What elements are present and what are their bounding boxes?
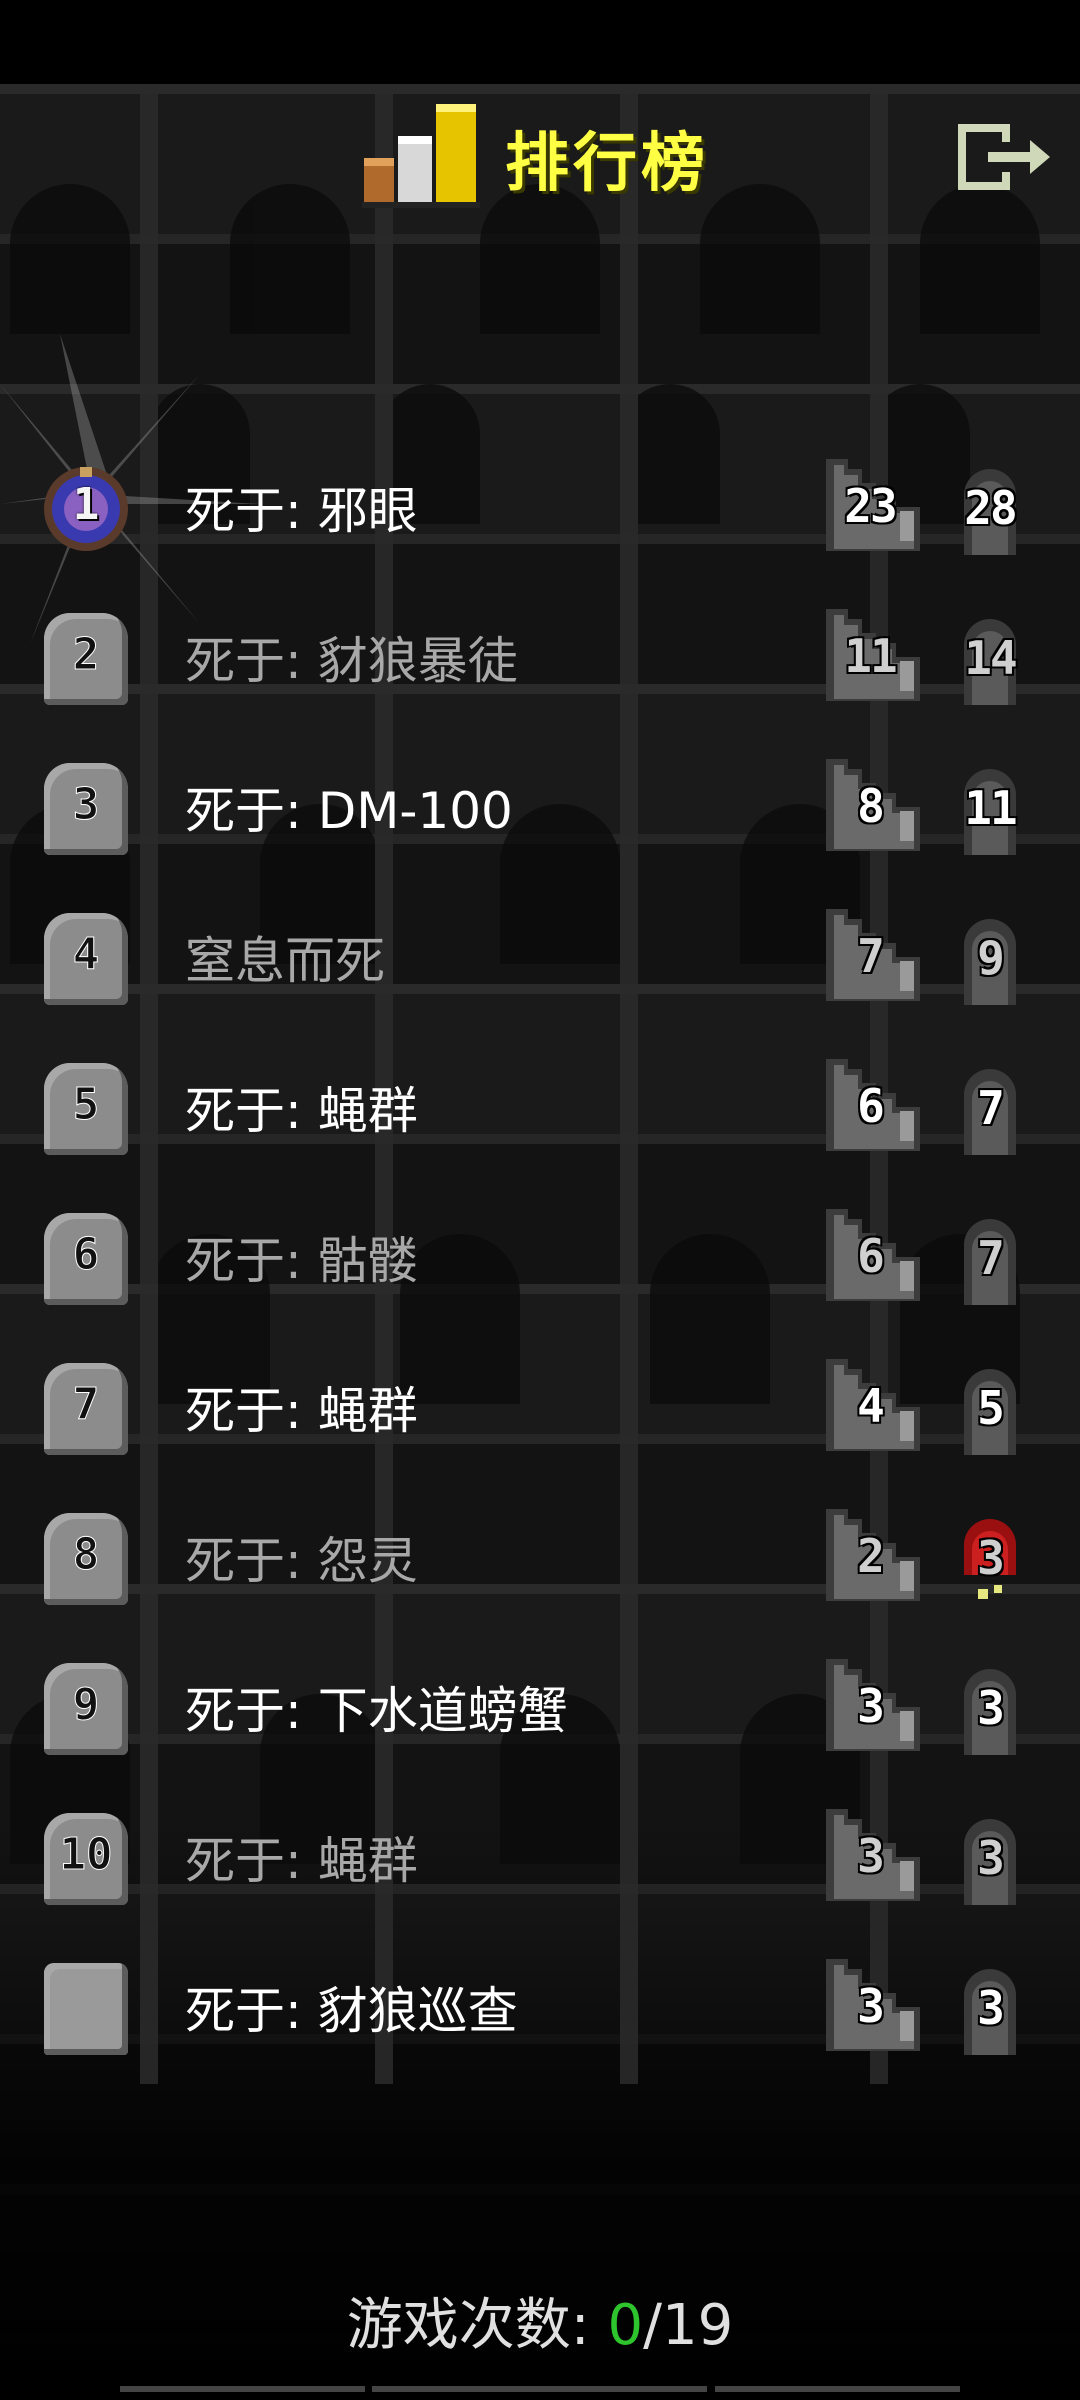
leaderboard-row[interactable]: 3 死于: DM-100 8 11 [0, 725, 1080, 875]
score-value: 2 [857, 1529, 885, 1583]
death-cause: 死于: 蝇群 [185, 1832, 418, 1890]
depth-door-icon: 5 [950, 1365, 1030, 1455]
depth-value: 5 [977, 1381, 1005, 1435]
depth-value: 3 [977, 1981, 1005, 2035]
depth-door-icon: 28 [950, 465, 1030, 555]
score-stairs-icon: 4 [820, 1355, 928, 1455]
death-cause: 死于: 下水道螃蟹 [185, 1682, 568, 1740]
score-value: 7 [857, 929, 885, 983]
death-cause: 死于: 怨灵 [185, 1532, 418, 1590]
rank-number: 10 [59, 1829, 113, 1881]
rank-tombstone-icon: 2 [40, 609, 132, 709]
death-cause: 窒息而死 [185, 932, 385, 990]
bar-chart-trophy-icon [362, 104, 480, 208]
rank-tombstone-icon: 8 [40, 1509, 132, 1609]
nav-bar-segment [120, 2386, 365, 2392]
leaderboard-row[interactable]: 6 死于: 骷髅 6 7 [0, 1175, 1080, 1325]
depth-door-icon: 3 [950, 1965, 1030, 2055]
depth-value: 3 [977, 1831, 1005, 1885]
rank-tombstone-icon [40, 1959, 132, 2059]
depth-value: 14 [964, 631, 1017, 685]
rank-number: 8 [72, 1529, 100, 1581]
rank-number: 4 [72, 929, 100, 981]
leaderboard-row[interactable]: 5 死于: 蝇群 6 7 [0, 1025, 1080, 1175]
rank-tombstone-icon: 4 [40, 909, 132, 1009]
score-stairs-icon: 23 [820, 455, 928, 555]
games-played-label: 游戏次数: [346, 2293, 608, 2358]
depth-door-icon: 3 [950, 1515, 1030, 1605]
depth-value: 7 [977, 1081, 1005, 1135]
rank-number: 6 [72, 1229, 100, 1281]
score-value: 6 [857, 1079, 885, 1133]
games-played: 游戏次数: 0/19 [0, 2280, 1080, 2361]
leaderboard-row[interactable]: 8 死于: 怨灵 2 3 [0, 1475, 1080, 1625]
death-cause: 死于: 蝇群 [185, 1382, 418, 1440]
rank-number: 1 [72, 479, 100, 530]
leaderboard-row[interactable]: 4 窒息而死 7 9 [0, 875, 1080, 1025]
leaderboard-row[interactable]: 1 死于: 邪眼 23 28 [0, 425, 1080, 575]
score-stairs-icon: 3 [820, 1805, 928, 1905]
death-cause: 死于: 蝇群 [185, 1082, 418, 1140]
leaderboard-row[interactable]: 10 死于: 蝇群 3 3 [0, 1775, 1080, 1925]
rank-tombstone-icon: 9 [40, 1659, 132, 1759]
score-stairs-icon: 2 [820, 1505, 928, 1605]
death-cause: 死于: 骷髅 [185, 1232, 418, 1290]
death-cause: 死于: 豺狼巡查 [185, 1982, 518, 2040]
depth-value: 9 [977, 931, 1005, 985]
rank-tombstone-icon: 3 [40, 759, 132, 859]
rank-number: 9 [72, 1679, 100, 1731]
nav-bar-segment [372, 2386, 707, 2392]
games-played-total: /19 [643, 2293, 734, 2358]
nav-bar-segment [715, 2386, 960, 2392]
depth-door-icon: 7 [950, 1215, 1030, 1305]
exit-icon[interactable] [948, 112, 1056, 202]
rank-number: 3 [72, 779, 100, 831]
depth-door-icon: 9 [950, 915, 1030, 1005]
rank-tombstone-icon: 6 [40, 1209, 132, 1309]
rank-number: 2 [72, 629, 100, 681]
score-stairs-icon: 11 [820, 605, 928, 705]
rank-amulet-icon: 1 [40, 459, 132, 559]
score-value: 6 [857, 1229, 885, 1283]
depth-door-icon: 14 [950, 615, 1030, 705]
rank-tombstone-icon: 7 [40, 1359, 132, 1459]
score-stairs-icon: 6 [820, 1205, 928, 1305]
depth-value: 28 [964, 481, 1017, 535]
leaderboard-row[interactable]: 7 死于: 蝇群 4 5 [0, 1325, 1080, 1475]
depth-value: 7 [977, 1231, 1005, 1285]
rank-number: 7 [72, 1379, 100, 1431]
score-value: 8 [857, 779, 885, 833]
leaderboard-screen: { "header": { "title": "排行榜", "trophy_ic… [0, 0, 1080, 2400]
score-stairs-icon: 3 [820, 1955, 928, 2055]
games-played-current: 0 [607, 2293, 644, 2358]
rank-number: 5 [72, 1079, 100, 1131]
depth-door-icon: 11 [950, 765, 1030, 855]
depth-value: 3 [977, 1531, 1005, 1585]
score-stairs-icon: 3 [820, 1655, 928, 1755]
leaderboard-row[interactable]: 死于: 豺狼巡查 3 3 [0, 1925, 1080, 2075]
depth-door-icon: 3 [950, 1815, 1030, 1905]
score-stairs-icon: 6 [820, 1055, 928, 1155]
score-value: 23 [844, 479, 897, 533]
score-value: 11 [844, 629, 897, 683]
death-cause: 死于: 邪眼 [185, 482, 418, 540]
depth-door-icon: 7 [950, 1065, 1030, 1155]
score-value: 3 [857, 1829, 885, 1883]
score-value: 3 [857, 1679, 885, 1733]
death-cause: 死于: DM-100 [185, 782, 513, 840]
death-cause: 死于: 豺狼暴徒 [185, 632, 518, 690]
depth-value: 11 [964, 781, 1017, 835]
leaderboard-row[interactable]: 9 死于: 下水道螃蟹 3 3 [0, 1625, 1080, 1775]
score-value: 4 [857, 1379, 885, 1433]
status-bar [0, 0, 1080, 84]
depth-value: 3 [977, 1681, 1005, 1735]
score-value: 3 [857, 1979, 885, 2033]
page-title: 排行榜 [505, 127, 709, 201]
score-stairs-icon: 7 [820, 905, 928, 1005]
leaderboard-row[interactable]: 2 死于: 豺狼暴徒 11 14 [0, 575, 1080, 725]
rank-tombstone-icon: 5 [40, 1059, 132, 1159]
rank-tombstone-icon: 10 [40, 1809, 132, 1909]
score-stairs-icon: 8 [820, 755, 928, 855]
depth-door-icon: 3 [950, 1665, 1030, 1755]
